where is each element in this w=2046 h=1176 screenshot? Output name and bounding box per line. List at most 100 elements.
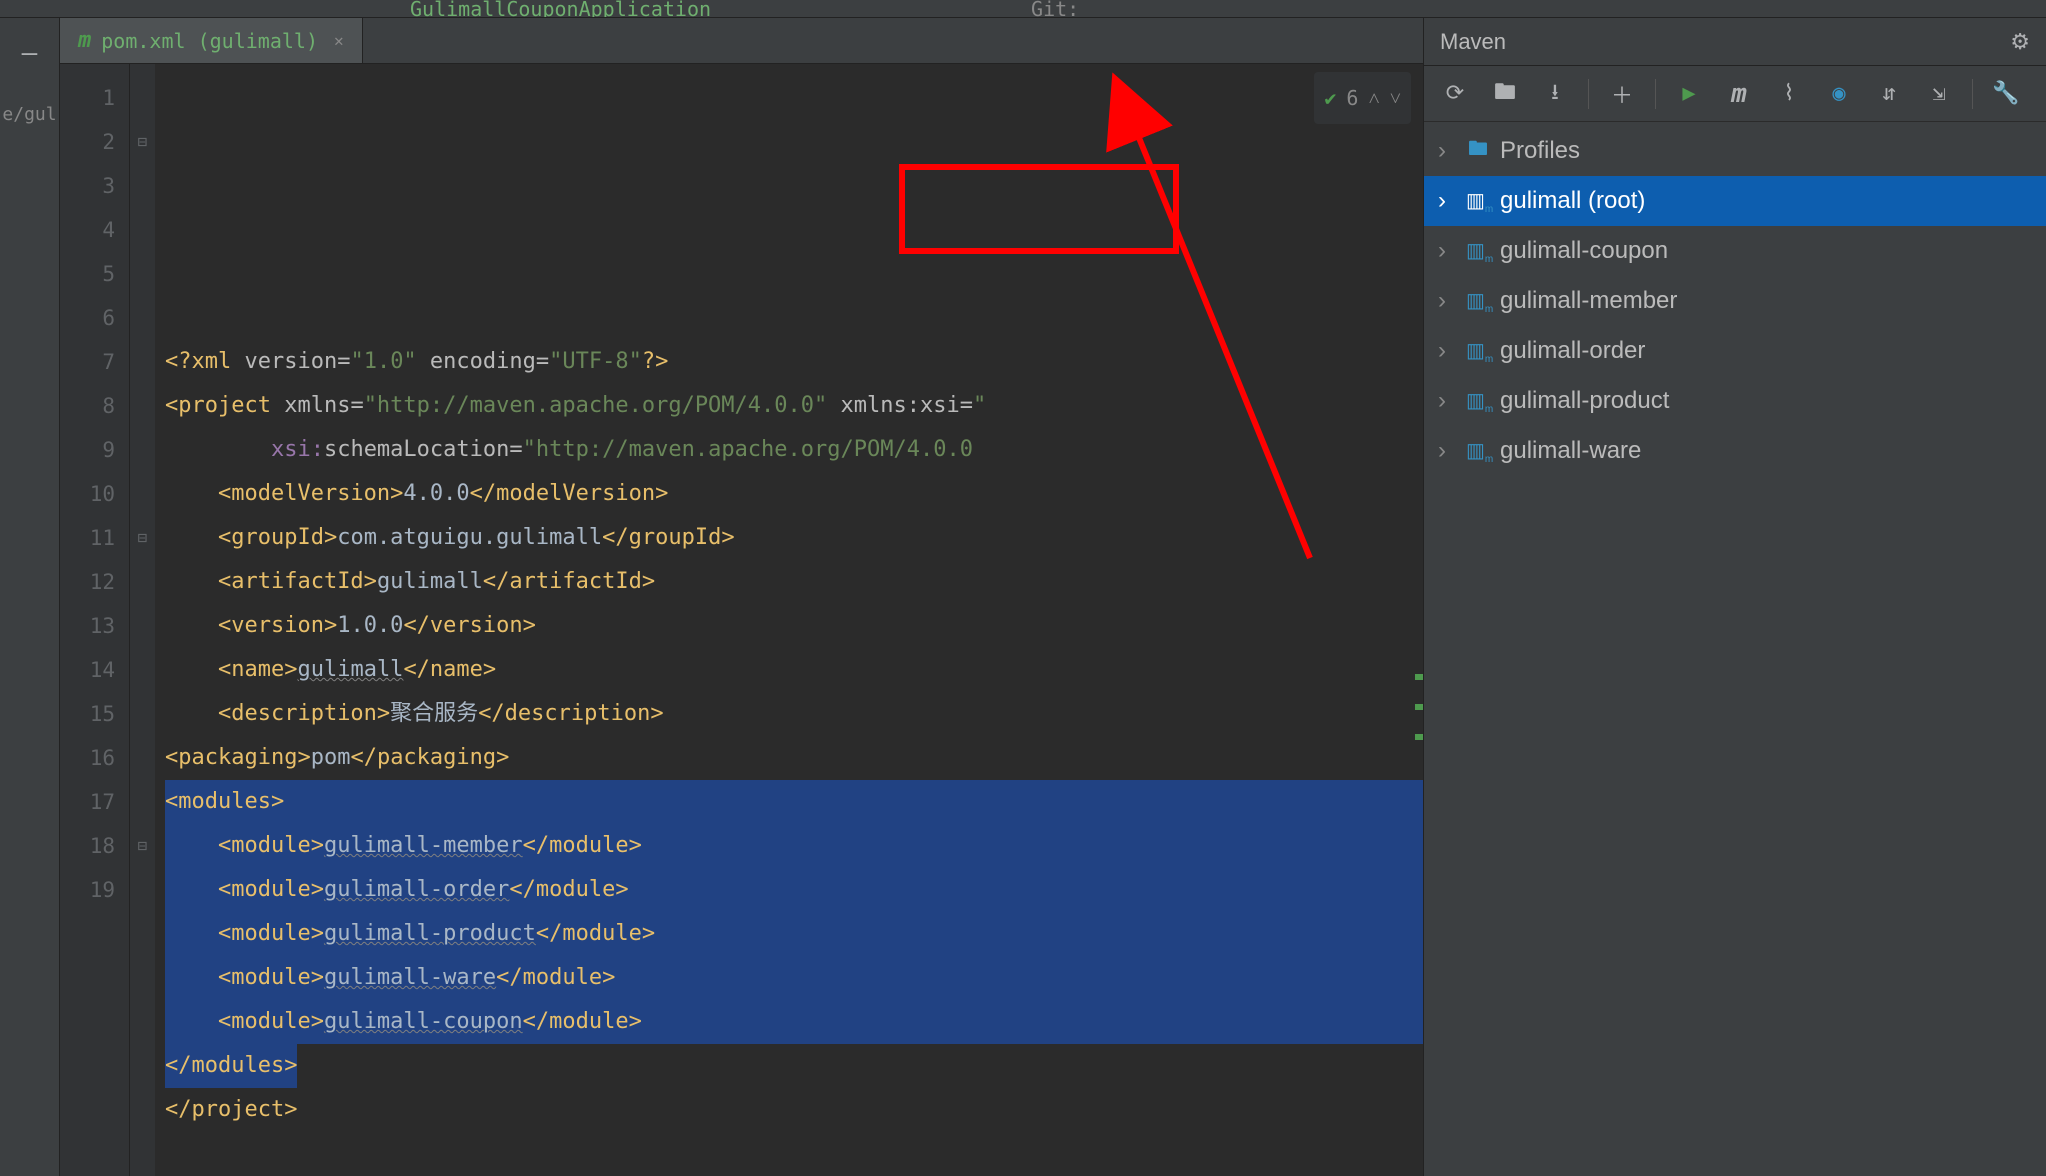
maven-settings-icon[interactable]: 🔧 [1985, 74, 2027, 114]
maven-tree-item[interactable]: › 🖿 Profiles [1424, 126, 2046, 176]
fold-spacer [130, 560, 155, 604]
code-line: </modules> [165, 1044, 1423, 1088]
execute-goal-icon[interactable]: m [1718, 74, 1760, 114]
chevron-right-icon[interactable]: › [1438, 237, 1456, 265]
chevron-right-icon[interactable]: › [1438, 187, 1456, 215]
line-number: 8 [60, 384, 115, 428]
code-line: <module>gulimall-member</module> [165, 824, 1423, 868]
fold-toggle-icon[interactable]: ⊟ [130, 120, 155, 164]
code-line: <description>聚合服务</description> [165, 692, 1423, 736]
tab-label: pom.xml (gulimall) [101, 29, 318, 53]
toggle-offline-icon[interactable]: ⌇ [1768, 74, 1810, 114]
code-line: <groupId>com.atguigu.gulimall</groupId> [165, 516, 1423, 560]
code-line: <name>gulimall</name> [165, 648, 1423, 692]
code-line: <modules> [165, 780, 1423, 824]
maven-tree-item[interactable]: ›▥mgulimall-product [1424, 376, 2046, 426]
line-number: 7 [60, 340, 115, 384]
fold-spacer [130, 76, 155, 120]
close-tab-icon[interactable]: ✕ [334, 31, 344, 50]
minimize-icon[interactable]: — [22, 38, 38, 68]
reload-icon[interactable]: ⟳ [1434, 74, 1476, 114]
inspection-count: 6 [1346, 76, 1358, 120]
maven-tree-item[interactable]: ›▥mgulimall-coupon [1424, 226, 2046, 276]
line-number: 18 [60, 824, 115, 868]
fold-spacer [130, 164, 155, 208]
run-config-label[interactable]: GulimallCouponApplication [410, 0, 711, 18]
add-project-icon[interactable]: ＋ [1601, 74, 1643, 114]
line-number: 10 [60, 472, 115, 516]
line-number: 1 [60, 76, 115, 120]
next-highlight-icon[interactable]: ˅ [1390, 76, 1401, 120]
fold-spacer [130, 296, 155, 340]
collapse-all-icon[interactable]: ⇲ [1918, 74, 1960, 114]
inspection-widget[interactable]: ✔ 6 ˄ ˅ [1314, 72, 1411, 124]
gear-icon[interactable]: ⚙ [2010, 29, 2030, 55]
fold-toggle-icon[interactable]: ⊟ [130, 516, 155, 560]
maven-tree-item[interactable]: › ▥m gulimall-ware [1424, 426, 2046, 476]
fold-spacer [130, 648, 155, 692]
profiles-icon: 🖿 [1466, 134, 1490, 168]
toolbar-separator [1655, 79, 1656, 109]
main-layout: — e/gul m pom.xml (gulimall) ✕ 123456789… [0, 18, 2046, 1176]
editor-tab[interactable]: m pom.xml (gulimall) ✕ [60, 18, 363, 63]
editor-column: m pom.xml (gulimall) ✕ 12345678910111213… [60, 18, 1423, 1176]
maven-tree-item[interactable]: ›▥mgulimall-order [1424, 326, 2046, 376]
fold-spacer [130, 208, 155, 252]
chevron-right-icon[interactable]: › [1438, 437, 1456, 465]
fold-spacer [130, 736, 155, 780]
line-number: 13 [60, 604, 115, 648]
tree-item-label: gulimall-member [1500, 287, 1677, 315]
fold-gutter: ⊟ ⊟ ⊟ [130, 64, 155, 1176]
maven-module-icon: ▥m [1466, 438, 1490, 465]
line-number: 4 [60, 208, 115, 252]
tree-item-label: Profiles [1500, 137, 1580, 165]
line-number: 17 [60, 780, 115, 824]
maven-module-icon: ▥m [1466, 288, 1490, 315]
code-line: <packaging>pom</packaging> [165, 736, 1423, 780]
line-number: 15 [60, 692, 115, 736]
top-toolbar: GulimallCouponApplication Git: [0, 0, 2046, 18]
line-number: 16 [60, 736, 115, 780]
fold-spacer [130, 604, 155, 648]
chevron-right-icon[interactable]: › [1438, 137, 1456, 165]
maven-file-icon: m [78, 28, 91, 53]
fold-spacer [130, 252, 155, 296]
maven-module-icon: ▥m [1466, 238, 1490, 265]
maven-title: Maven [1440, 29, 1506, 55]
chevron-right-icon[interactable]: › [1438, 337, 1456, 365]
fold-spacer [130, 340, 155, 384]
code-line: <artifactId>gulimall</artifactId> [165, 560, 1423, 604]
fold-spacer [130, 384, 155, 428]
code-line: <module>gulimall-coupon</module> [165, 1000, 1423, 1044]
editor-body: 12345678910111213141516171819 ⊟⊟⊟ ✔ 6 ˄ … [60, 64, 1423, 1176]
chevron-right-icon[interactable]: › [1438, 287, 1456, 315]
line-number: 19 [60, 868, 115, 912]
left-tool-stripe: — e/gul [0, 18, 60, 1176]
maven-tree-item[interactable]: › ▥m gulimall-member [1424, 276, 2046, 326]
toolbar-separator [1972, 79, 1973, 109]
tree-item-label: gulimall-product [1500, 387, 1669, 415]
maven-panel-header: Maven ⚙ [1424, 18, 2046, 66]
fold-toggle-icon[interactable]: ⊟ [130, 824, 155, 868]
code-line: <?xml version="1.0" encoding="UTF-8"?> [165, 340, 1423, 384]
code-line: <module>gulimall-ware</module> [165, 956, 1423, 1000]
line-number-gutter: 12345678910111213141516171819 [60, 64, 130, 1176]
code-area[interactable]: ✔ 6 ˄ ˅ <?xml version="1.0" encoding="UT… [155, 64, 1423, 1176]
line-number: 6 [60, 296, 115, 340]
prev-highlight-icon[interactable]: ˄ [1368, 76, 1379, 120]
download-sources-icon[interactable]: ⭳ [1534, 74, 1576, 114]
show-dependencies-icon[interactable]: ⇵ [1868, 74, 1910, 114]
tree-item-label: gulimall-order [1500, 337, 1645, 365]
tree-item-label: gulimall-ware [1500, 437, 1641, 465]
maven-tree[interactable]: ›🖿Profiles›▥mgulimall (root)›▥mgulimall-… [1424, 122, 2046, 1176]
run-icon[interactable]: ▶ [1668, 74, 1710, 114]
generate-sources-icon[interactable]: 🖿 [1484, 74, 1526, 114]
fold-spacer [130, 472, 155, 516]
maven-tree-item[interactable]: ›▥mgulimall (root) [1424, 176, 2046, 226]
chevron-right-icon[interactable]: › [1438, 387, 1456, 415]
breadcrumb-fragment: e/gul [0, 98, 63, 131]
line-number: 11 [60, 516, 115, 560]
toggle-skip-tests-icon[interactable]: ◉ [1818, 74, 1860, 114]
maven-panel: Maven ⚙ ⟳ 🖿 ⭳ ＋ ▶ m ⌇ ◉ ⇵ ⇲ 🔧 › 🖿 Profiles… [1423, 18, 2046, 1176]
code-line: <module>gulimall-order</module> [165, 868, 1423, 912]
